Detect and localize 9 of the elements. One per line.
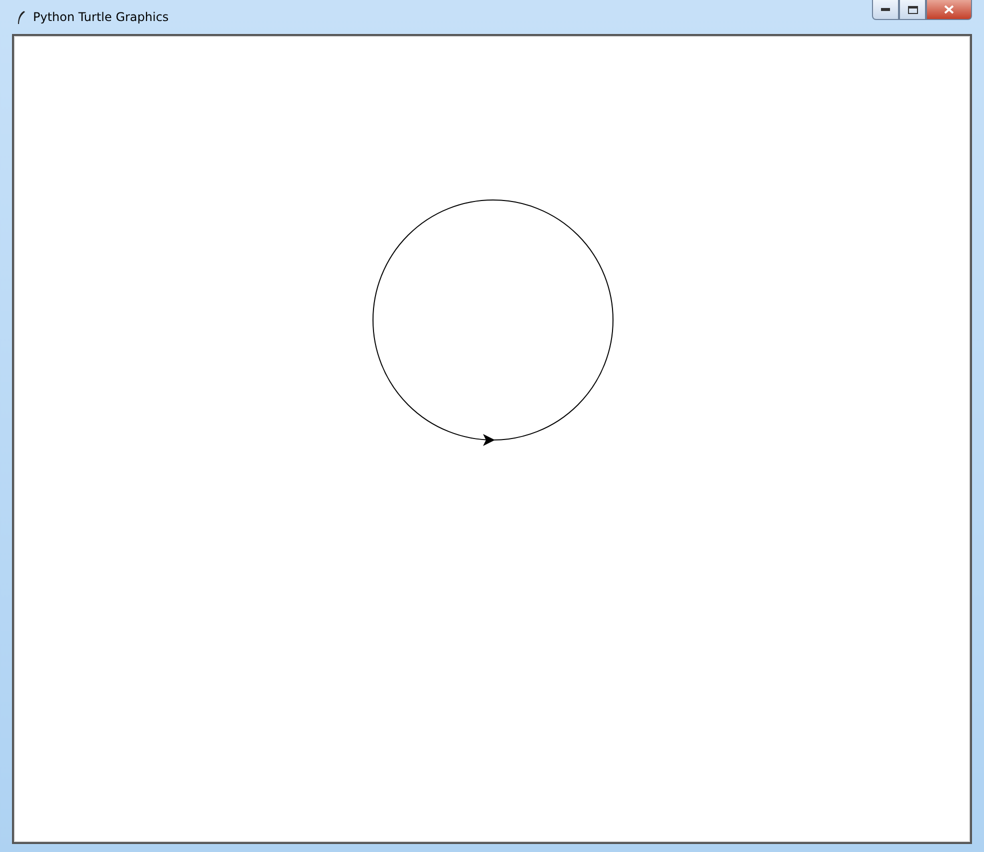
window-title: Python Turtle Graphics [33,10,169,24]
minimize-button[interactable] [872,0,899,20]
close-button[interactable] [926,0,972,20]
maximize-icon [908,6,918,14]
close-icon [944,5,954,14]
feather-icon [16,10,26,24]
turtle-arrow-icon [483,434,495,446]
minimize-icon [881,8,890,11]
maximize-button[interactable] [899,0,926,20]
